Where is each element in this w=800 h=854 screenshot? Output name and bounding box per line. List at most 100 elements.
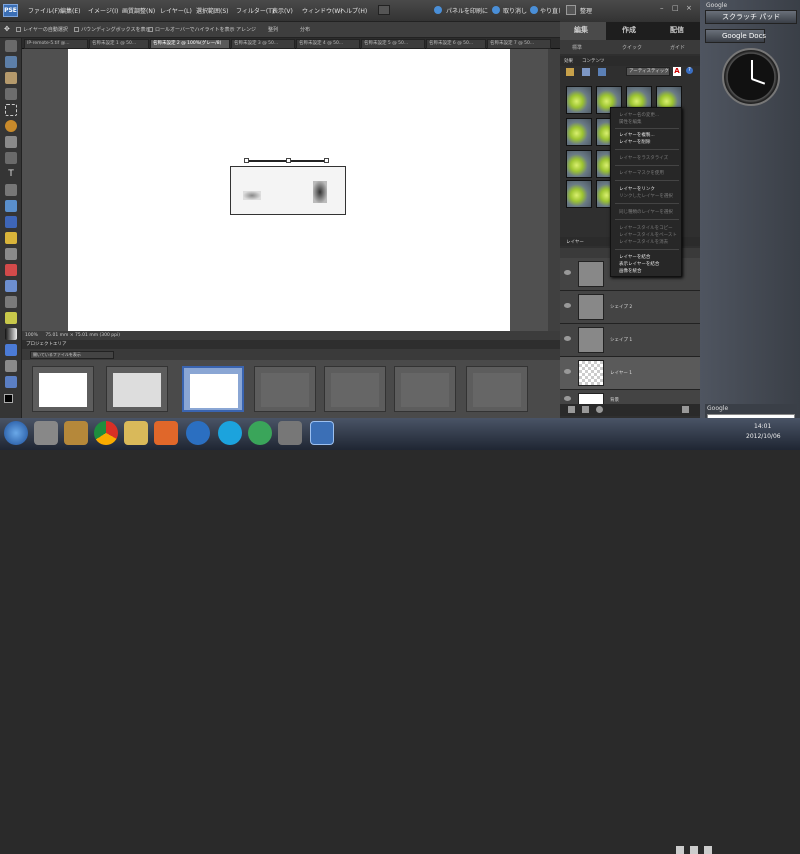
itunes-icon[interactable] <box>186 421 210 445</box>
bin-thumbnail[interactable] <box>254 366 316 412</box>
doc-tab[interactable]: 名称未設定 3 @ 50... <box>231 39 295 49</box>
menu-item-merge-visible[interactable]: 表示レイヤーを結合 <box>619 261 659 267</box>
effect-thumbnail[interactable] <box>566 150 592 178</box>
zoom-tool-icon[interactable] <box>5 56 17 68</box>
rollover-option[interactable]: ロールオーバーでハイライトを表示 <box>148 26 235 33</box>
maximize-icon[interactable]: □ <box>672 4 679 12</box>
gradient-tool-icon[interactable] <box>5 328 17 340</box>
menu-item-duplicate-layer[interactable]: レイヤーを複製... <box>619 132 655 138</box>
smart-brush-tool-icon[interactable] <box>5 296 17 308</box>
foreground-color-swatch[interactable] <box>4 394 13 403</box>
tab-effects[interactable]: 効果 <box>564 58 573 64</box>
google-docs-gadget[interactable]: Google Docs <box>705 29 766 43</box>
project-bin-filter[interactable]: 開いているファイルを表示 <box>30 351 114 359</box>
menu-item-select-similar-layers[interactable]: 同じ種類のレイヤーを選択 <box>619 209 673 215</box>
menu-edit[interactable]: 編集(E) <box>60 6 80 15</box>
eye-icon[interactable] <box>564 270 571 275</box>
menu-item-flatten-image[interactable]: 画像を統合 <box>619 268 642 274</box>
tab-quick-fix[interactable]: クイック <box>622 44 642 51</box>
transform-handle[interactable] <box>286 158 291 163</box>
bin-thumbnail[interactable] <box>324 366 386 412</box>
doc-tab[interactable]: 名称未設定 4 @ 50... <box>296 39 360 49</box>
organize-button[interactable]: 整理 <box>580 6 592 15</box>
scratch-pad-gadget[interactable]: スクラッチ パッド <box>705 10 797 24</box>
app-icon[interactable] <box>278 421 302 445</box>
healing-brush-tool-icon[interactable] <box>5 232 17 244</box>
layer-row[interactable]: シェイプ 2 <box>560 291 700 324</box>
menu-item-paste-layer-style[interactable]: レイヤースタイルをペースト <box>619 232 677 238</box>
marquee-tool-icon[interactable] <box>5 104 17 116</box>
adjustment-layer-icon[interactable] <box>596 406 603 413</box>
layer-row[interactable]: レイヤー 1 <box>560 357 700 390</box>
trash-icon[interactable] <box>682 406 689 413</box>
menu-item-clear-layer-style[interactable]: レイヤースタイルを消去 <box>619 239 668 245</box>
tray-time[interactable]: 14:01 <box>754 423 771 430</box>
transform-handle[interactable] <box>244 158 249 163</box>
layer-row[interactable]: シェイプ 1 <box>560 324 700 357</box>
explorer-icon[interactable] <box>124 421 148 445</box>
layer-styles-icon[interactable] <box>582 68 590 76</box>
distribute-dropdown[interactable]: 分布 <box>300 26 310 33</box>
auto-select-checkbox[interactable] <box>16 27 21 32</box>
eyedropper-tool-icon[interactable] <box>5 88 17 100</box>
minimize-icon[interactable]: – <box>660 4 664 12</box>
print-panel-button[interactable]: パネルを印刷に <box>446 6 488 15</box>
auto-select-option[interactable]: レイヤーの自動選択 <box>16 26 68 33</box>
bin-thumbnail-selected[interactable] <box>182 366 244 412</box>
doc-tab[interactable]: 名称未設定 6 @ 50... <box>426 39 486 49</box>
media-player-icon[interactable] <box>64 421 88 445</box>
tray-date[interactable]: 2012/10/06 <box>746 433 781 440</box>
chrome-icon[interactable] <box>94 421 118 445</box>
magic-wand-tool-icon[interactable] <box>5 136 17 148</box>
menu-item-select-linked-layers[interactable]: リンクしたレイヤーを選択 <box>619 193 673 199</box>
menu-file[interactable]: ファイル(F) <box>28 6 60 15</box>
menu-item-merge-layers[interactable]: レイヤーを結合 <box>619 254 650 260</box>
volume-icon[interactable] <box>704 846 712 854</box>
arrange-dropdown[interactable]: アレンジ <box>236 26 256 33</box>
powerpoint-icon[interactable] <box>154 421 178 445</box>
start-button-icon[interactable] <box>4 421 28 445</box>
menu-item-rasterize-layer[interactable]: レイヤーをラスタライズ <box>619 155 668 161</box>
skype-icon[interactable] <box>218 421 242 445</box>
tab-guided[interactable]: ガイド <box>670 44 685 51</box>
sponge-tool-icon[interactable] <box>5 376 17 388</box>
effect-thumbnail[interactable] <box>566 118 592 146</box>
menu-item-rename-layer[interactable]: レイヤー名の変更... <box>619 112 659 118</box>
eye-icon[interactable] <box>564 396 571 401</box>
tab-content[interactable]: コンテンツ <box>582 58 605 64</box>
vertical-scrollbar[interactable] <box>548 49 560 331</box>
tab-full-edit[interactable]: 標準 <box>572 44 582 51</box>
doc-tab[interactable]: 名称未設定 7 @ 50... <box>487 39 551 49</box>
menu-help[interactable]: ヘルプ(H) <box>340 6 367 15</box>
cookie-cutter-tool-icon[interactable] <box>5 200 17 212</box>
blur-tool-icon[interactable] <box>5 360 17 372</box>
tray-icon[interactable] <box>690 846 698 854</box>
tab-create[interactable]: 作成 <box>622 25 636 35</box>
lasso-tool-icon[interactable] <box>5 120 17 132</box>
show-bbox-option[interactable]: バウンディングボックスを表示 <box>74 26 151 33</box>
selection-brush-tool-icon[interactable] <box>5 152 17 164</box>
menu-item-link-layers[interactable]: レイヤーをリンク <box>619 186 655 192</box>
hand-tool-icon[interactable] <box>5 72 17 84</box>
align-dropdown[interactable]: 整列 <box>268 26 278 33</box>
help-icon[interactable]: ? <box>686 67 693 74</box>
menu-image[interactable]: イメージ(I) <box>88 6 118 15</box>
usb-device-icon[interactable] <box>34 421 58 445</box>
doc-tab-active[interactable]: 名称未設定 2 @ 100%(グレー/8) <box>150 39 230 49</box>
eraser-tool-icon[interactable] <box>5 264 17 276</box>
shape-tool-icon[interactable] <box>5 344 17 356</box>
menu-window[interactable]: ウィンドウ(W) <box>302 6 343 15</box>
document-canvas[interactable] <box>68 49 510 331</box>
network-icon[interactable] <box>248 421 272 445</box>
doc-tab[interactable]: 名称未設定 1 @ 50... <box>89 39 149 49</box>
eye-icon[interactable] <box>564 336 571 341</box>
menu-enhance[interactable]: 画質調整(N) <box>122 6 155 15</box>
eye-icon[interactable] <box>564 369 571 374</box>
bin-thumbnail[interactable] <box>466 366 528 412</box>
clone-stamp-tool-icon[interactable] <box>5 248 17 260</box>
photoshop-elements-icon[interactable] <box>310 421 334 445</box>
new-group-icon[interactable] <box>582 406 589 413</box>
workspace-menu-icon[interactable] <box>378 5 390 15</box>
menu-item-copy-layer-style[interactable]: レイヤースタイルをコピー <box>619 225 673 231</box>
bin-thumbnail[interactable] <box>106 366 168 412</box>
